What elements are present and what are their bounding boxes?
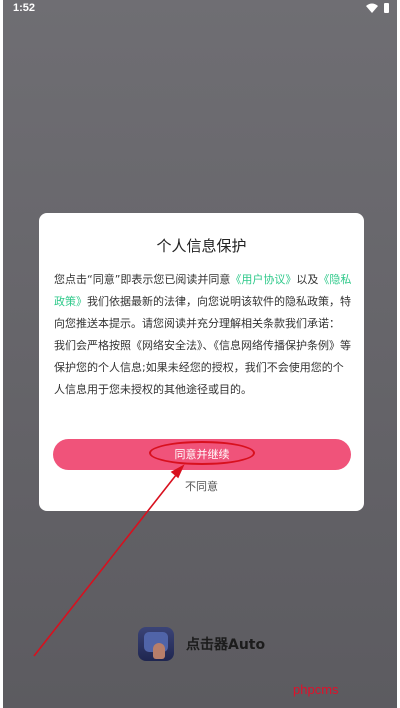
app-name: 点击器Auto: [186, 637, 266, 653]
app-brand: 点击器Auto: [138, 627, 265, 661]
body-text-and: 以及: [296, 273, 319, 286]
agree-continue-button[interactable]: 同意并继续: [53, 439, 351, 470]
status-time: 1:52: [13, 2, 36, 14]
body-text-notice: 我们依据最新的法律，向您说明该软件的隐私政策，特向您推送本提示。请您阅读并充分理…: [54, 295, 351, 330]
dialog-title: 个人信息保护: [156, 237, 247, 255]
app-icon-finger: [153, 643, 165, 659]
privacy-dialog: 个人信息保护 您点击“同意”即表示您已阅读并同意《用户协议》以及《隐私政策》我们…: [39, 213, 364, 511]
app-icon: [138, 627, 174, 661]
agree-continue-label: 同意并继续: [174, 448, 230, 461]
body-text-commitment: 我们会严格按照《网络安全法》、《信息网络传播保护条例》等保护您的个人信息;如果未…: [54, 339, 351, 396]
user-agreement-link[interactable]: 《用户协议》: [230, 273, 296, 286]
phone-screen: 1:52 个人信息保护 您点击“同意”即表示您已阅读并同意《用户协议》以及《隐私…: [3, 0, 397, 708]
battery-icon: [384, 3, 389, 13]
disagree-button[interactable]: 不同意: [39, 478, 364, 494]
status-icons: [366, 3, 389, 13]
watermark-text: phpcms: [293, 682, 339, 697]
dialog-body: 您点击“同意”即表示您已阅读并同意《用户协议》以及《隐私政策》我们依据最新的法律…: [54, 269, 352, 401]
body-text-intro: 您点击“同意”即表示您已阅读并同意: [54, 273, 231, 286]
status-bar: 1:52: [3, 0, 397, 18]
wifi-icon: [366, 3, 378, 13]
